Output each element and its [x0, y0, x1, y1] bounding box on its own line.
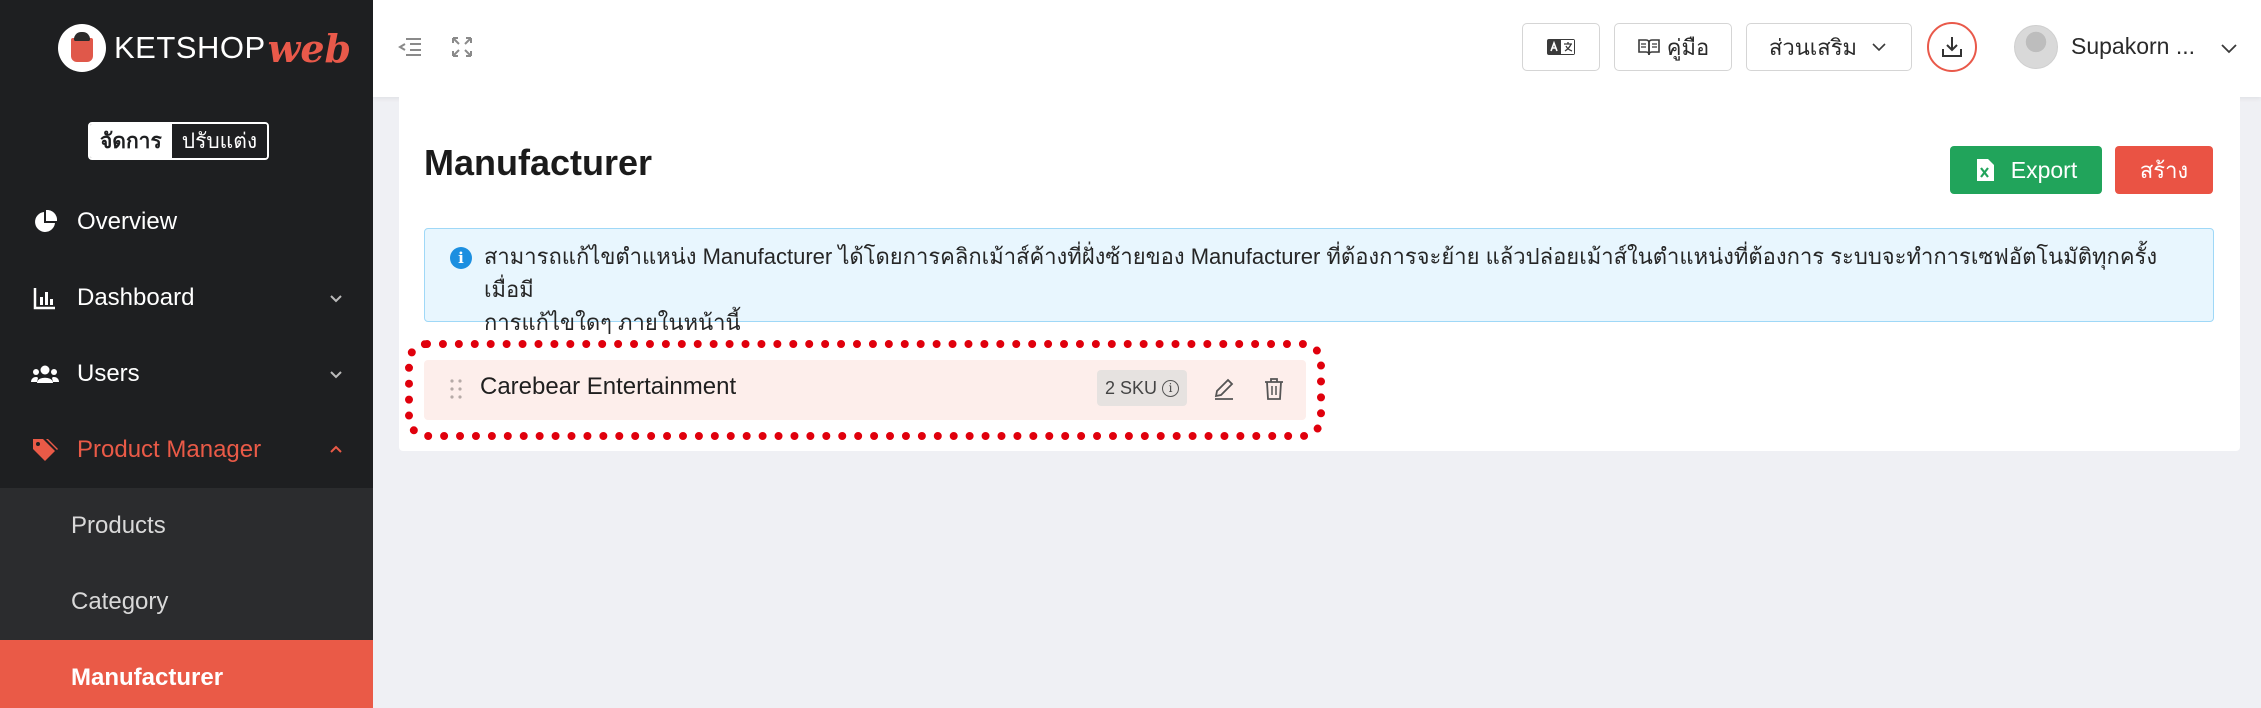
sidebar-item-label: Users — [77, 360, 140, 387]
sidebar-item-label: Product Manager — [77, 436, 262, 463]
page-title: Manufacturer — [424, 142, 653, 183]
sidebar: KETSHOP web จัดการ ปรับแต่ง Overview Das… — [0, 0, 373, 708]
mode-manage-button[interactable]: จัดการ — [90, 124, 172, 158]
submenu-product-manager: Products Category Manufacturer — [0, 488, 373, 708]
info-message-line: สามารถแก้ไขตำแหน่ง Manufacturer ได้โดยกา… — [484, 244, 2158, 302]
chevron-up-icon — [330, 445, 342, 453]
sidebar-item-dashboard[interactable]: Dashboard — [0, 260, 373, 336]
user-name[interactable]: Supakorn ... — [2071, 33, 2195, 60]
info-message-line: การแก้ไขใดๆ ภายในหน้านี้ — [484, 310, 741, 335]
excel-file-icon — [1976, 159, 1994, 181]
submenu-item-manufacturer[interactable]: Manufacturer — [0, 640, 373, 708]
sidebar-item-label: Dashboard — [77, 284, 195, 311]
pie-chart-icon — [31, 208, 59, 236]
avatar[interactable] — [2014, 25, 2058, 69]
brand-name: KETSHOP — [114, 30, 266, 65]
export-label: Export — [2010, 156, 2078, 183]
addons-label: ส่วนเสริม — [1768, 34, 1858, 60]
users-icon — [31, 360, 59, 388]
logo-mascot-icon — [58, 24, 106, 72]
manual-button[interactable]: คู่มือ — [1614, 23, 1732, 71]
translate-icon — [1547, 39, 1575, 55]
create-label: สร้าง — [2139, 157, 2189, 183]
chevron-down-icon — [330, 295, 342, 303]
bar-chart-icon — [31, 284, 59, 312]
submenu-item-label: Manufacturer — [71, 664, 224, 691]
sidebar-item-product-manager[interactable]: Product Manager — [0, 412, 373, 488]
download-icon — [1942, 37, 1962, 57]
export-button[interactable]: Export — [1950, 146, 2102, 194]
info-icon: i — [450, 247, 472, 269]
addons-dropdown[interactable]: ส่วนเสริม — [1746, 23, 1912, 71]
create-button[interactable]: สร้าง — [2115, 146, 2213, 194]
brand-accent: web — [267, 25, 352, 71]
download-button[interactable] — [1927, 22, 1977, 72]
sidebar-item-overview[interactable]: Overview — [0, 184, 373, 260]
book-icon — [1637, 39, 1660, 56]
chevron-down-icon — [330, 371, 342, 379]
translate-button[interactable] — [1522, 23, 1600, 71]
brand-logo[interactable]: KETSHOP web — [58, 22, 351, 74]
info-message: สามารถแก้ไขตำแหน่ง Manufacturer ได้โดยกา… — [484, 240, 2184, 339]
highlight-annotation — [405, 340, 1325, 440]
chevron-down-icon — [1872, 43, 1886, 52]
sidebar-item-label: Overview — [77, 208, 178, 235]
sidebar-item-users[interactable]: Users — [0, 336, 373, 412]
tags-icon — [31, 436, 59, 464]
submenu-item-label: Category — [71, 588, 169, 615]
collapse-sidebar-icon[interactable] — [397, 34, 423, 60]
submenu-item-products[interactable]: Products — [0, 488, 373, 564]
submenu-item-category[interactable]: Category — [0, 564, 373, 640]
submenu-item-label: Products — [71, 512, 166, 539]
chevron-down-icon[interactable] — [2218, 37, 2240, 59]
manual-label: คู่มือ — [1666, 34, 1710, 60]
mode-customize-button[interactable]: ปรับแต่ง — [171, 124, 268, 158]
mode-toggle: จัดการ ปรับแต่ง — [88, 122, 270, 160]
fullscreen-icon[interactable] — [449, 34, 475, 60]
